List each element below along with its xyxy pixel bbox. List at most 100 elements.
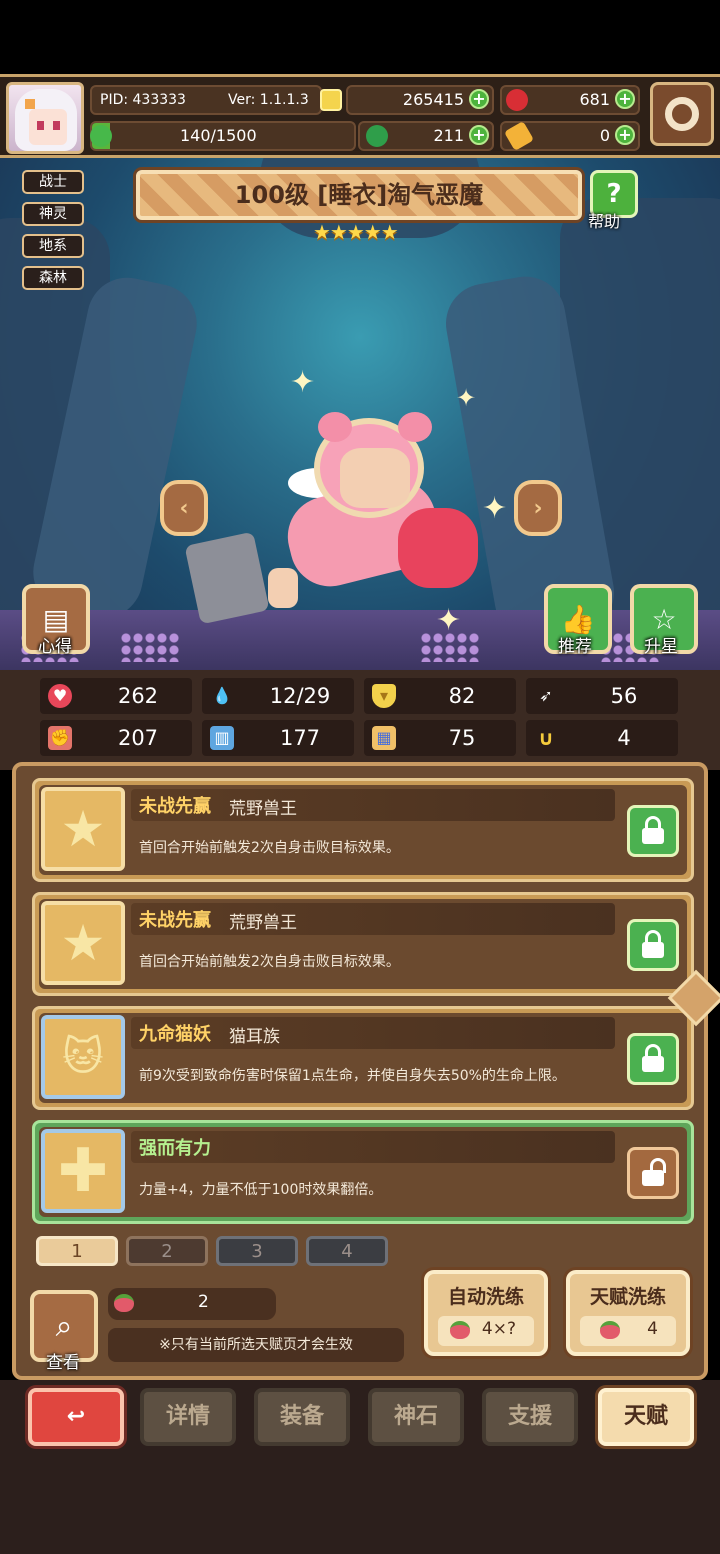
talent-name: 未战先赢 bbox=[139, 910, 211, 931]
player-avatar[interactable] bbox=[6, 82, 84, 154]
nav-talent[interactable]: 天赋 bbox=[598, 1388, 694, 1446]
nav-details[interactable]: 详情 bbox=[140, 1388, 236, 1446]
talent-card-selected[interactable]: ✚ 强而有力 力量+4，力量不低于100时效果翻倍。 bbox=[32, 1120, 694, 1224]
scroll-icon: ▦ bbox=[372, 726, 396, 750]
talent-card[interactable]: ★ 未战先赢 荒野兽王 首回合开始前触发2次自身击败目标效果。 bbox=[32, 892, 694, 996]
talent-page-tab-4[interactable]: 4 bbox=[306, 1236, 388, 1266]
add-ruby-button[interactable]: + bbox=[615, 89, 635, 109]
talent-source: 猫耳族 bbox=[229, 1027, 280, 1047]
talent-card[interactable]: 🐱 九命猫妖 猫耳族 前9次受到致命伤害时保留1点生命，并使自身失去50%的生命上… bbox=[32, 1006, 694, 1110]
settings-button[interactable] bbox=[650, 82, 714, 146]
talent-desc: 前9次受到致命伤害时保留1点生命，并使自身失去50%的生命上限。 bbox=[139, 1068, 566, 1084]
tag-class: 战士 bbox=[22, 170, 84, 194]
key-value: 0 bbox=[599, 126, 610, 145]
talent-wash-button[interactable]: 天赋洗练 4 bbox=[566, 1270, 690, 1356]
stat-skill-value: 75 bbox=[448, 726, 476, 750]
magnifier-icon: ⌕ bbox=[55, 1308, 73, 1344]
stat-hp-value: 262 bbox=[117, 684, 159, 708]
stat-skill: ▦ 75 bbox=[364, 720, 516, 756]
key-counter: 0 + bbox=[500, 120, 640, 152]
gold-value: 265415 bbox=[402, 90, 464, 109]
talent-name: 未战先赢 bbox=[139, 796, 211, 817]
talent-desc: 力量+4，力量不低于100时效果翻倍。 bbox=[139, 1182, 383, 1198]
stat-defense: ▾ 82 bbox=[364, 678, 516, 714]
stat-luck: ∪ 4 bbox=[526, 720, 678, 756]
star-outline-icon: ☆ bbox=[651, 602, 677, 636]
horseshoe-icon: ∪ bbox=[537, 726, 555, 750]
heart-icon: ♥ bbox=[48, 684, 72, 708]
question-icon: ? bbox=[606, 179, 622, 209]
hero-showcase: ✦ ✦ ✦ ✦ ‹ › 战士 神灵 地系 森林 100级 [睡衣]淘气恶魔 ★★… bbox=[0, 158, 720, 670]
talent-page-note: ※只有当前所选天赋页才会生效 bbox=[108, 1328, 404, 1362]
clover-value: 211 bbox=[433, 126, 464, 145]
unlock-icon bbox=[642, 1158, 666, 1186]
game-version: Ver: 1.1.1.3 bbox=[228, 92, 309, 108]
auto-wash-label: 自动洗练 bbox=[447, 1286, 524, 1308]
talent-page-tab-1[interactable]: 1 bbox=[36, 1236, 118, 1266]
lock-toggle-button[interactable] bbox=[627, 919, 679, 971]
unlock-toggle-button[interactable] bbox=[627, 1147, 679, 1199]
hero-title-banner: 100级 [睡衣]淘气恶魔 bbox=[136, 170, 582, 220]
stamina-bar: 140/1500 bbox=[90, 121, 356, 151]
stat-intellect: ▥ 177 bbox=[202, 720, 354, 756]
star-up-label: 升星 bbox=[644, 637, 678, 657]
stats-panel: ♥ 262 💧 12/29 ▾ 82 ➶ 56 ✊ 207 ▥ 177 ▦ 75… bbox=[0, 670, 720, 770]
lock-toggle-button[interactable] bbox=[627, 805, 679, 857]
nav-equipment[interactable]: 装备 bbox=[254, 1388, 350, 1446]
nav-support[interactable]: 支援 bbox=[482, 1388, 578, 1446]
add-gold-button[interactable]: + bbox=[469, 89, 489, 109]
notes-label: 心得 bbox=[38, 637, 72, 657]
next-hero-button[interactable]: › bbox=[514, 480, 562, 536]
auto-wash-cost: 4×? bbox=[481, 1319, 516, 1339]
key-icon bbox=[503, 120, 535, 152]
talent-desc: 首回合开始前触发2次自身击败目标效果。 bbox=[139, 954, 400, 970]
talent-source: 荒野兽王 bbox=[229, 913, 297, 933]
ruby-value: 681 bbox=[579, 90, 610, 109]
stat-speed-value: 56 bbox=[610, 684, 638, 708]
talent-name: 强而有力 bbox=[139, 1138, 211, 1159]
prev-hero-button[interactable]: ‹ bbox=[160, 480, 208, 536]
talent-page-tab-2[interactable]: 2 bbox=[126, 1236, 208, 1266]
sparkle-icon: ✦ bbox=[456, 384, 477, 412]
hero-star-rating: ★★★★★ bbox=[313, 220, 399, 244]
add-clover-button[interactable]: + bbox=[469, 125, 489, 145]
book-icon: ▥ bbox=[210, 726, 234, 750]
clover-counter: 211 + bbox=[358, 121, 494, 151]
add-key-button[interactable]: + bbox=[615, 125, 635, 145]
gold-counter: 265415 + bbox=[346, 85, 494, 115]
peach-icon bbox=[450, 1321, 470, 1339]
stat-speed: ➶ 56 bbox=[526, 678, 678, 714]
star-icon: ★ bbox=[41, 901, 125, 985]
recommend-label: 推荐 bbox=[558, 637, 592, 657]
chevron-right-icon: › bbox=[533, 495, 543, 521]
talent-page-tab-3[interactable]: 3 bbox=[216, 1236, 298, 1266]
stat-strength: ✊ 207 bbox=[40, 720, 192, 756]
auto-wash-button[interactable]: 自动洗练 4×? bbox=[424, 1270, 548, 1356]
ruby-icon bbox=[506, 89, 528, 111]
talent-wash-label: 天赋洗练 bbox=[589, 1286, 666, 1308]
stamina-value: 140/1500 bbox=[180, 126, 257, 145]
fist-icon: ✊ bbox=[48, 726, 72, 750]
notebook-icon: ▤ bbox=[42, 602, 70, 636]
lock-icon bbox=[642, 930, 664, 958]
tag-race: 神灵 bbox=[22, 202, 84, 226]
stat-mana: 💧 12/29 bbox=[202, 678, 354, 714]
stat-luck-value: 4 bbox=[617, 726, 631, 750]
clover-icon bbox=[366, 125, 388, 147]
tag-habitat: 森林 bbox=[22, 266, 84, 290]
chevron-left-icon: ‹ bbox=[179, 495, 189, 521]
lock-toggle-button[interactable] bbox=[627, 1033, 679, 1085]
nav-stone[interactable]: 神石 bbox=[368, 1388, 464, 1446]
player-id: PID: 433333 bbox=[100, 92, 186, 108]
cat-icon: 🐱 bbox=[41, 1015, 125, 1099]
back-button[interactable]: ↩ bbox=[28, 1388, 124, 1446]
stat-intellect-value: 177 bbox=[279, 726, 321, 750]
ruby-counter: 681 + bbox=[500, 85, 640, 115]
thumbs-up-icon: 👍 bbox=[560, 602, 596, 636]
stat-strength-value: 207 bbox=[117, 726, 159, 750]
bottom-nav: ↩ 详情 装备 神石 支援 天赋 bbox=[0, 1380, 720, 1554]
hero-sprite[interactable] bbox=[248, 412, 488, 628]
talent-card[interactable]: ★ 未战先赢 荒野兽王 首回合开始前触发2次自身击败目标效果。 bbox=[32, 778, 694, 882]
talent-desc: 首回合开始前触发2次自身击败目标效果。 bbox=[139, 840, 400, 856]
peach-count: 2 bbox=[198, 1292, 209, 1312]
